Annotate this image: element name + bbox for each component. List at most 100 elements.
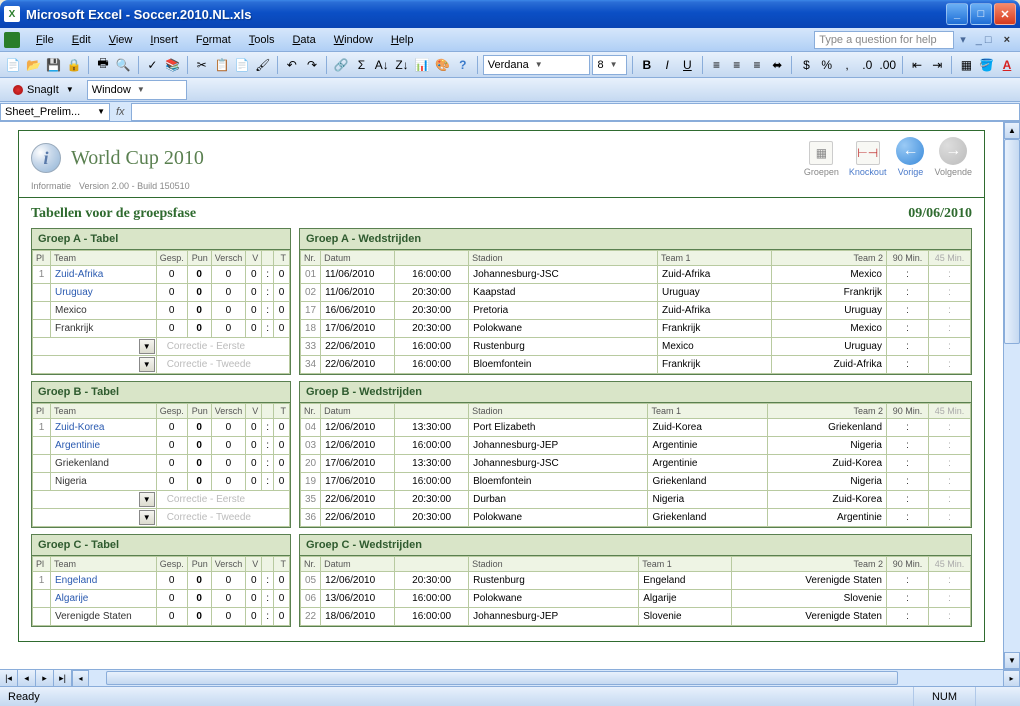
hscroll-right-icon[interactable]: ▸: [1003, 670, 1020, 687]
match-90min[interactable]: :: [887, 509, 929, 527]
name-box[interactable]: Sheet_Prelim...▼: [0, 103, 110, 121]
match-45min[interactable]: :: [929, 302, 971, 320]
menu-window[interactable]: Window: [326, 31, 381, 49]
increase-decimal-icon[interactable]: .0: [858, 54, 876, 76]
match-90min[interactable]: :: [887, 266, 929, 284]
chart-icon[interactable]: 📊: [413, 54, 431, 76]
standing-team[interactable]: Zuid-Korea: [51, 419, 157, 437]
correction-dropdown[interactable]: ▼: [33, 491, 157, 509]
paste-icon[interactable]: 📄: [233, 54, 251, 76]
match-45min[interactable]: :: [929, 608, 971, 626]
percent-icon[interactable]: %: [818, 54, 836, 76]
chevron-down-icon[interactable]: ▼: [139, 492, 155, 507]
standing-team[interactable]: Uruguay: [51, 284, 157, 302]
match-90min[interactable]: :: [887, 491, 929, 509]
menu-help[interactable]: Help: [383, 31, 422, 49]
comma-icon[interactable]: ,: [838, 54, 856, 76]
match-90min[interactable]: :: [887, 284, 929, 302]
horizontal-scrollbar[interactable]: [106, 670, 986, 686]
borders-icon[interactable]: ▦: [957, 54, 975, 76]
tab-next-icon[interactable]: ▸: [36, 670, 54, 686]
drawing-icon[interactable]: 🎨: [433, 54, 451, 76]
standing-team[interactable]: Zuid-Afrika: [51, 266, 157, 284]
print-icon[interactable]: 🖶: [94, 54, 112, 76]
doc-restore-button[interactable]: _ □: [972, 34, 996, 46]
formula-input[interactable]: [131, 103, 1020, 121]
font-color-icon[interactable]: A: [998, 54, 1016, 76]
merge-icon[interactable]: ⬌: [768, 54, 786, 76]
match-45min[interactable]: :: [929, 590, 971, 608]
underline-icon[interactable]: U: [678, 54, 696, 76]
snagit-button[interactable]: SnagIt▼: [6, 81, 81, 99]
tab-last-icon[interactable]: ▸|: [54, 670, 72, 686]
hyperlink-icon[interactable]: 🔗: [332, 54, 350, 76]
chevron-down-icon[interactable]: ▼: [139, 357, 155, 372]
menu-view[interactable]: View: [101, 31, 141, 49]
doc-close-button[interactable]: ×: [998, 34, 1016, 46]
italic-icon[interactable]: I: [658, 54, 676, 76]
tab-prev-icon[interactable]: ◂: [18, 670, 36, 686]
menu-format[interactable]: Format: [188, 31, 239, 49]
info-icon[interactable]: i: [31, 143, 61, 173]
redo-icon[interactable]: ↷: [303, 54, 321, 76]
permission-icon[interactable]: 🔒: [65, 54, 83, 76]
match-45min[interactable]: :: [929, 338, 971, 356]
match-90min[interactable]: :: [887, 608, 929, 626]
worksheet-area[interactable]: i World Cup 2010 ▦ Groepen ⊢⊣ Knockout ←…: [0, 122, 1003, 669]
match-90min[interactable]: :: [887, 437, 929, 455]
match-45min[interactable]: :: [929, 284, 971, 302]
fill-color-icon[interactable]: 🪣: [978, 54, 996, 76]
match-90min[interactable]: :: [887, 590, 929, 608]
doc-minimize-button[interactable]: ▾: [956, 33, 970, 46]
menu-file[interactable]: File: [28, 31, 62, 49]
excel-doc-icon[interactable]: [4, 32, 20, 48]
match-45min[interactable]: :: [929, 419, 971, 437]
match-90min[interactable]: :: [887, 455, 929, 473]
match-45min[interactable]: :: [929, 437, 971, 455]
snagit-window-select[interactable]: Window▼: [87, 80, 187, 100]
vertical-scrollbar[interactable]: ▲ ▼: [1003, 122, 1020, 669]
sort-desc-icon[interactable]: Z↓: [393, 54, 411, 76]
knockout-button[interactable]: ⊢⊣ Knockout: [849, 141, 887, 177]
match-45min[interactable]: :: [929, 473, 971, 491]
maximize-button[interactable]: □: [970, 3, 992, 25]
menu-data[interactable]: Data: [284, 31, 323, 49]
help-icon[interactable]: ?: [454, 54, 472, 76]
scroll-down-icon[interactable]: ▼: [1004, 652, 1020, 669]
match-90min[interactable]: :: [887, 338, 929, 356]
standing-team[interactable]: Engeland: [51, 572, 157, 590]
chevron-down-icon[interactable]: ▼: [139, 339, 155, 354]
chevron-down-icon[interactable]: ▼: [139, 510, 155, 525]
tab-first-icon[interactable]: |◂: [0, 670, 18, 686]
vorige-button[interactable]: ← Vorige: [896, 137, 924, 177]
match-90min[interactable]: :: [887, 572, 929, 590]
match-45min[interactable]: :: [929, 572, 971, 590]
menu-edit[interactable]: Edit: [64, 31, 99, 49]
hscroll-left-icon[interactable]: ◂: [72, 670, 89, 687]
align-right-icon[interactable]: ≡: [748, 54, 766, 76]
font-size-select[interactable]: 8▼: [592, 55, 626, 75]
match-45min[interactable]: :: [929, 491, 971, 509]
increase-indent-icon[interactable]: ⇥: [928, 54, 946, 76]
align-left-icon[interactable]: ≡: [707, 54, 725, 76]
align-center-icon[interactable]: ≡: [728, 54, 746, 76]
new-icon[interactable]: 📄: [4, 54, 22, 76]
correction-dropdown[interactable]: ▼: [33, 509, 157, 527]
spelling-icon[interactable]: ✓: [143, 54, 161, 76]
correction-dropdown[interactable]: ▼: [33, 338, 157, 356]
undo-icon[interactable]: ↶: [283, 54, 301, 76]
match-90min[interactable]: :: [887, 356, 929, 374]
fx-label[interactable]: fx: [110, 106, 131, 118]
match-45min[interactable]: :: [929, 509, 971, 527]
currency-icon[interactable]: $: [797, 54, 815, 76]
menu-insert[interactable]: Insert: [142, 31, 186, 49]
match-45min[interactable]: :: [929, 455, 971, 473]
menu-tools[interactable]: Tools: [241, 31, 283, 49]
decrease-decimal-icon[interactable]: .00: [878, 54, 897, 76]
match-90min[interactable]: :: [887, 320, 929, 338]
font-select[interactable]: Verdana▼: [483, 55, 591, 75]
standing-team[interactable]: Algarije: [51, 590, 157, 608]
format-painter-icon[interactable]: 🖌: [254, 54, 272, 76]
save-icon[interactable]: 💾: [45, 54, 63, 76]
open-icon[interactable]: 📂: [24, 54, 42, 76]
